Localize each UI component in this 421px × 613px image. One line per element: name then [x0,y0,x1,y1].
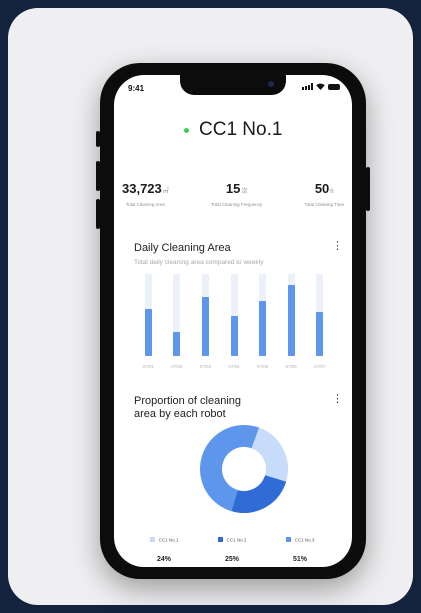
daily-area-more-icon[interactable]: ⋮ [332,241,343,252]
x-tick-label: 07/01 [142,364,154,369]
legend-percentage: 25% [224,556,239,563]
x-tick-label: 07/05 [256,364,269,369]
bar[interactable] [230,315,238,356]
stat-value: 15 [225,181,241,196]
device-title: CC1 No.1 [199,119,283,140]
legend-swatch [285,537,291,543]
legend-item: CC1 No.2 25% [200,531,264,563]
bar[interactable] [316,311,324,356]
legend-percentage: 51% [292,556,307,563]
x-tick-label: 07/03 [199,364,212,369]
proportion-title: Proportion of cleaning area by each robo… [134,395,241,421]
bar-track [316,274,324,356]
bar-track [230,274,238,356]
stat-unit: h [330,189,334,195]
proportion-legend: CC1 No.1 24% CC1 No.2 25% CC1 No.3 51% [132,531,332,563]
bar[interactable] [201,296,209,356]
notch [180,75,286,95]
volume-down-button [96,199,100,229]
bar-track [259,274,267,356]
volume-up-button [96,161,100,191]
proportion-title-line1: Proportion of cleaning [134,395,242,407]
stat-label: Total Cleaning Time [304,202,344,207]
camera-icon [268,81,274,87]
bar-track [201,274,209,356]
bar[interactable] [259,301,267,356]
proportion-donut-chart [200,425,288,513]
status-icons [302,83,340,90]
bar-track [173,274,181,356]
stat-value: 50 [314,181,330,196]
bar-track [287,274,295,356]
power-button [366,167,370,211]
bar-track [144,274,152,356]
stat-unit: ㎡ [162,189,169,195]
bar[interactable] [287,284,295,356]
wifi-icon [316,83,325,90]
stat-label: Total Cleaning Frequency [211,202,263,207]
bar[interactable] [144,309,152,356]
stat-total-area: 33,723㎡ Total Cleaning Area [122,180,169,207]
stat-unit: 次 [241,189,248,195]
stat-value: 33,723 [122,181,162,196]
app-screen: 9:41 CC1 No.1 33,723㎡ Total Cleaning Are… [114,75,352,567]
phone-frame: 9:41 CC1 No.1 33,723㎡ Total Cleaning Are… [96,63,370,579]
stats-row: 33,723㎡ Total Cleaning Area 15次 Total Cl… [122,180,344,207]
proportion-title-line2: area by each robot [134,408,226,420]
device-header: CC1 No.1 [114,119,352,141]
daily-area-subtitle: Total daily cleaning area compared to we… [134,259,264,266]
battery-icon [328,83,340,90]
daily-area-x-axis: 07/01 07/02 07/03 07/04 07/05 07/06 07/07 [128,364,340,372]
stat-total-time: 50h Total Cleaning Time [304,180,344,207]
daily-area-bar-chart [134,274,334,356]
legend-swatch [149,537,155,543]
stat-label: Total Cleaning Area [125,202,165,207]
x-tick-label: 07/04 [228,364,240,369]
background-card: 9:41 CC1 No.1 33,723㎡ Total Cleaning Are… [8,8,413,605]
legend-label: CC1 No.3 [294,537,315,543]
legend-item: CC1 No.1 24% [132,531,196,563]
stat-total-frequency: 15次 Total Cleaning Frequency [211,180,262,207]
x-tick-label: 07/02 [171,364,183,369]
mute-switch [96,131,100,147]
signal-icon [302,83,313,90]
x-tick-label: 07/07 [314,364,326,369]
status-time: 9:41 [128,84,145,93]
online-status-dot [183,127,189,133]
x-tick-label: 07/06 [285,364,297,369]
daily-area-title: Daily Cleaning Area [134,242,231,254]
legend-item: CC1 No.3 51% [268,531,332,563]
legend-percentage: 24% [156,556,171,563]
legend-label: CC1 No.2 [226,537,247,543]
legend-swatch [217,537,223,543]
legend-label: CC1 No.1 [158,537,179,543]
bar[interactable] [173,332,181,356]
proportion-more-icon[interactable]: ⋮ [332,394,343,405]
